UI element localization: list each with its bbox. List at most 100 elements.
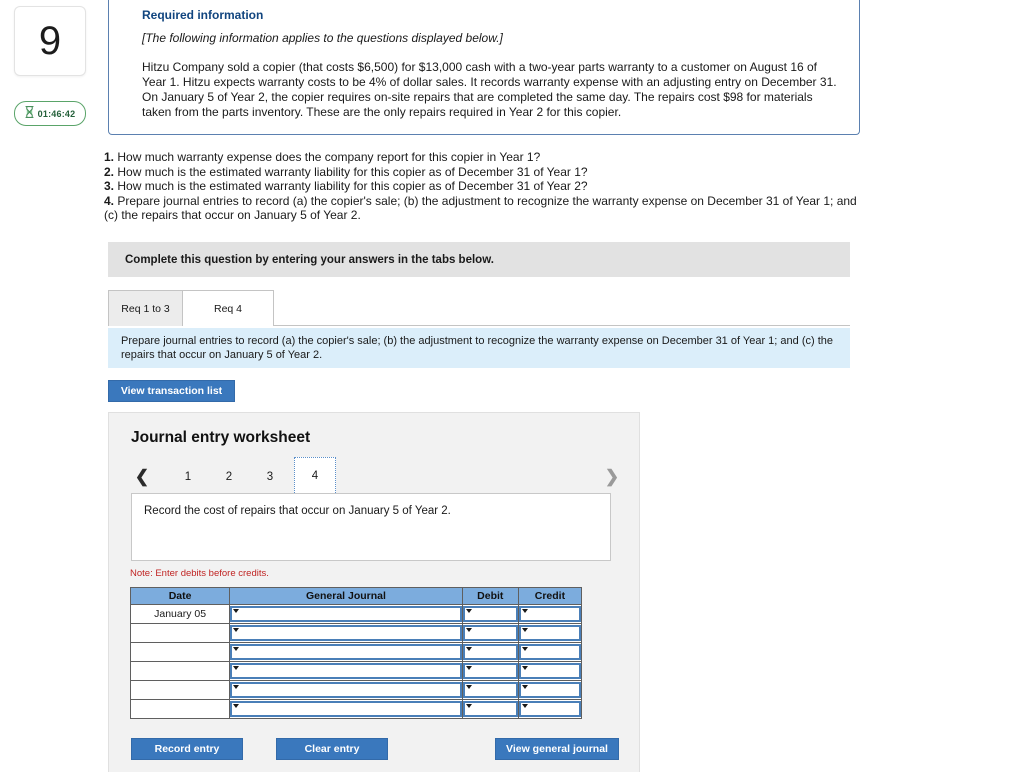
cell-credit[interactable]	[517, 680, 583, 700]
debit-input[interactable]	[462, 606, 518, 622]
debit-input[interactable]	[462, 663, 518, 679]
cell-date[interactable]	[129, 699, 231, 719]
cell-debit[interactable]	[461, 699, 519, 719]
question-text: How much warranty expense does the compa…	[117, 150, 541, 164]
column-header-date: Date	[129, 587, 231, 605]
journal-entry-worksheet-panel: Journal entry worksheet ❮ 1 2 3 4 ❯ Reco…	[108, 412, 640, 772]
cell-general-journal[interactable]	[229, 661, 463, 681]
credit-input[interactable]	[518, 625, 581, 641]
question-number-label: 4.	[104, 193, 115, 208]
view-transaction-list-label: View transaction list	[120, 385, 223, 397]
cell-general-journal[interactable]	[229, 604, 463, 624]
record-entry-button[interactable]: Record entry	[131, 738, 243, 760]
requirement-instruction-strip: Prepare journal entries to record (a) th…	[108, 328, 850, 368]
question-number-box: 9	[14, 6, 86, 76]
cell-general-journal[interactable]	[229, 699, 463, 719]
table-header-row: Date General Journal Debit Credit	[129, 587, 583, 605]
question-text: How much is the estimated warranty liabi…	[117, 179, 588, 193]
complete-question-text: Complete this question by entering your …	[125, 253, 494, 266]
debit-input[interactable]	[462, 682, 518, 698]
question-list: 1. How much warranty expense does the co…	[104, 150, 862, 223]
tab-label: Req 4	[213, 302, 243, 315]
left-rail: 9 01:46:42	[0, 0, 100, 772]
credit-input[interactable]	[518, 701, 581, 717]
cell-date[interactable]: January 05	[129, 604, 231, 624]
complete-question-banner: Complete this question by entering your …	[108, 242, 850, 277]
requirement-instruction-text: Prepare journal entries to record (a) th…	[121, 335, 833, 361]
worksheet-page-4[interactable]: 4	[294, 457, 336, 495]
question-item: 1. How much warranty expense does the co…	[104, 150, 862, 165]
view-transaction-list-button[interactable]: View transaction list	[108, 380, 235, 402]
tab-label: Req 1 to 3	[121, 302, 170, 315]
cell-date[interactable]	[129, 680, 231, 700]
question-item: 3. How much is the estimated warranty li…	[104, 179, 862, 194]
cell-debit[interactable]	[461, 623, 519, 643]
tab-req-1-to-3[interactable]: Req 1 to 3	[108, 290, 183, 326]
table-row	[129, 680, 583, 700]
record-entry-label: Record entry	[154, 743, 220, 755]
worksheet-page-2[interactable]: 2	[216, 464, 242, 490]
journal-entry-table: Date General Journal Debit Credit Januar…	[129, 587, 583, 719]
clear-entry-label: Clear entry	[304, 743, 360, 755]
debits-before-credits-note: Note: Enter debits before credits.	[130, 568, 269, 579]
cell-general-journal[interactable]	[229, 642, 463, 662]
question-number-label: 1.	[104, 150, 115, 164]
general-journal-input[interactable]	[230, 606, 462, 622]
cell-date[interactable]	[129, 661, 231, 681]
general-journal-input[interactable]	[230, 625, 462, 641]
general-journal-input[interactable]	[230, 644, 462, 660]
general-journal-input[interactable]	[230, 701, 462, 717]
credit-input[interactable]	[518, 682, 581, 698]
cell-general-journal[interactable]	[229, 680, 463, 700]
table-row	[129, 642, 583, 662]
cell-credit[interactable]	[517, 699, 583, 719]
view-general-journal-button[interactable]: View general journal	[495, 738, 619, 760]
worksheet-description-box: Record the cost of repairs that occur on…	[131, 493, 611, 561]
tab-active-cover	[183, 326, 273, 327]
cell-date[interactable]	[129, 623, 231, 643]
question-item: 4. Prepare journal entries to record (a)…	[104, 194, 862, 223]
general-journal-input[interactable]	[230, 682, 462, 698]
question-text: Prepare journal entries to record (a) th…	[104, 193, 857, 223]
worksheet-title: Journal entry worksheet	[131, 429, 311, 446]
clear-entry-button[interactable]: Clear entry	[276, 738, 388, 760]
debit-input[interactable]	[462, 701, 518, 717]
chevron-left-icon[interactable]: ❮	[131, 464, 153, 490]
cell-credit[interactable]	[517, 604, 583, 624]
requirement-tabs: Req 1 to 3 Req 4	[108, 290, 850, 327]
cell-credit[interactable]	[517, 661, 583, 681]
column-header-credit: Credit	[517, 587, 583, 605]
general-journal-input[interactable]	[230, 663, 462, 679]
cell-debit[interactable]	[461, 661, 519, 681]
worksheet-pager: ❮ 1 2 3 4 ❯	[131, 457, 623, 497]
cell-credit[interactable]	[517, 642, 583, 662]
cell-debit[interactable]	[461, 642, 519, 662]
timer-value: 01:46:42	[37, 108, 76, 119]
table-row	[129, 623, 583, 643]
table-row	[129, 699, 583, 719]
cell-credit[interactable]	[517, 623, 583, 643]
timer-badge: 01:46:42	[14, 101, 86, 126]
credit-input[interactable]	[518, 606, 581, 622]
hourglass-icon	[25, 105, 34, 123]
question-item: 2. How much is the estimated warranty li…	[104, 165, 862, 180]
exam-question-page: 9 01:46:42 Required information [The fol…	[0, 0, 1024, 772]
view-general-journal-label: View general journal	[506, 743, 608, 755]
table-row	[129, 661, 583, 681]
cell-date[interactable]	[129, 642, 231, 662]
cell-general-journal[interactable]	[229, 623, 463, 643]
question-number-label: 2.	[104, 164, 115, 179]
worksheet-page-3[interactable]: 3	[257, 464, 283, 490]
worksheet-page-1[interactable]: 1	[175, 464, 201, 490]
cell-debit[interactable]	[461, 680, 519, 700]
worksheet-description-text: Record the cost of repairs that occur on…	[144, 505, 451, 517]
required-information-box: Required information [The following info…	[108, 0, 860, 135]
scenario-body: Hitzu Company sold a copier (that costs …	[142, 60, 837, 119]
credit-input[interactable]	[518, 644, 581, 660]
chevron-right-icon[interactable]: ❯	[601, 464, 623, 490]
debit-input[interactable]	[462, 644, 518, 660]
cell-debit[interactable]	[461, 604, 519, 624]
tab-req-4[interactable]: Req 4	[183, 290, 274, 327]
credit-input[interactable]	[518, 663, 581, 679]
debit-input[interactable]	[462, 625, 518, 641]
